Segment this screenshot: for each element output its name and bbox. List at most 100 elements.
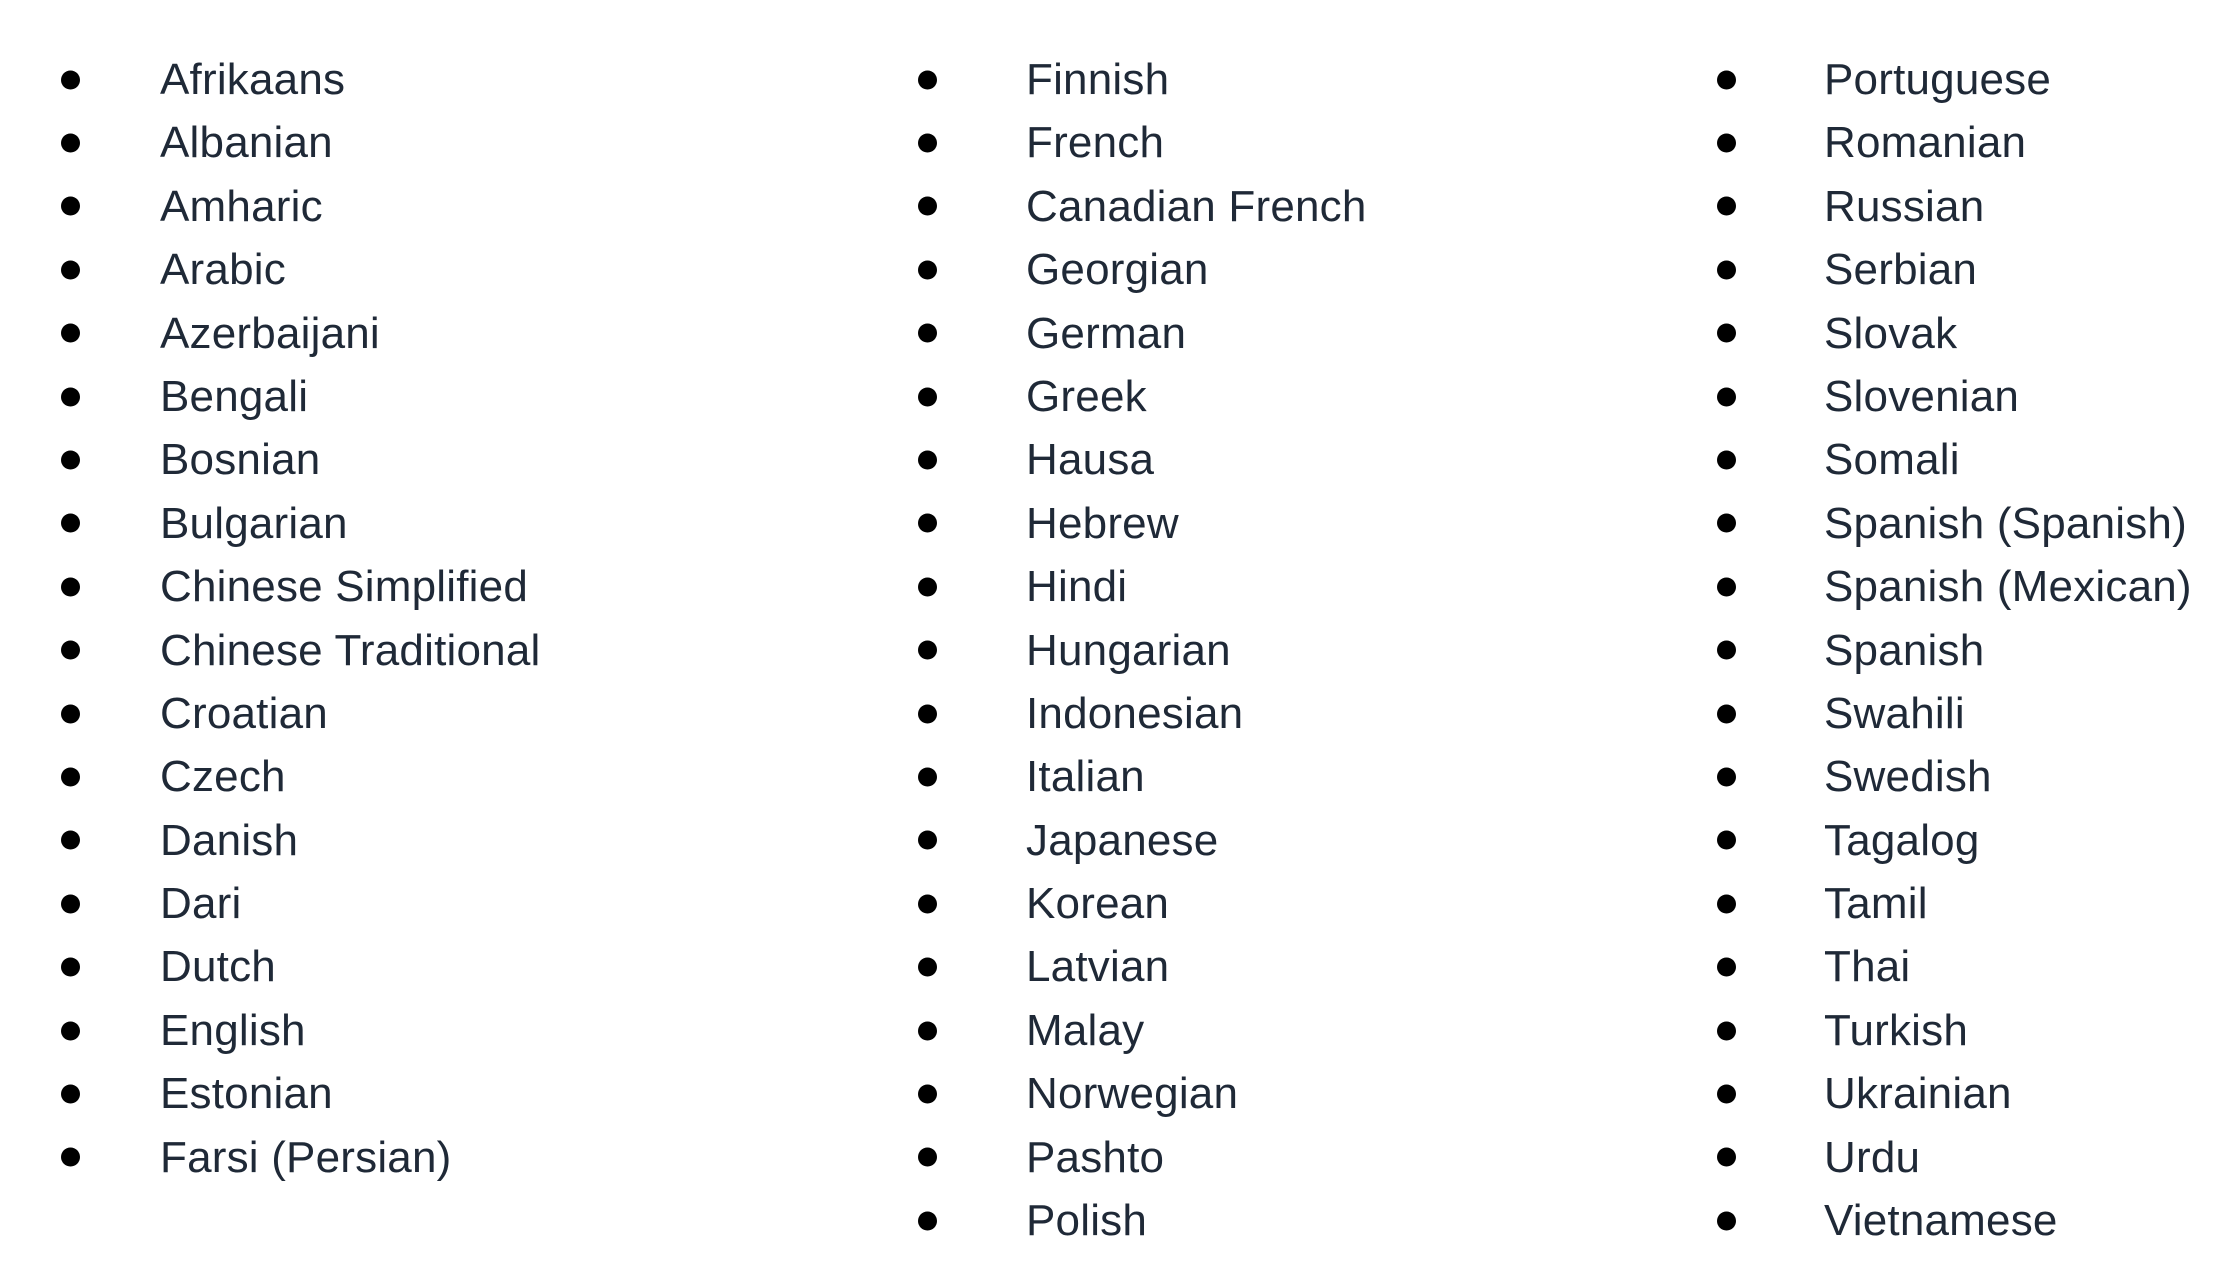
language-label: German (1026, 308, 1187, 358)
language-label: Estonian (160, 1069, 333, 1119)
bullet-icon (61, 957, 80, 977)
bullet-icon (61, 260, 80, 280)
bullet-icon (918, 70, 937, 90)
bullet-icon (61, 704, 80, 724)
bullet-icon (1717, 1211, 1736, 1231)
language-label: Vietnamese (1824, 1196, 2058, 1246)
bullet-icon (61, 196, 80, 216)
language-label: Thai (1824, 942, 1911, 992)
language-label: Spanish (Mexican) (1824, 562, 2192, 612)
bullet-icon (918, 323, 937, 343)
language-label: Japanese (1026, 815, 1219, 865)
bullet-icon (918, 513, 937, 533)
language-label: Portuguese (1824, 54, 2052, 104)
bullet-icon (1717, 577, 1736, 597)
bullet-icon (1717, 260, 1736, 280)
language-label: Hindi (1026, 562, 1128, 612)
bullet-icon (1717, 70, 1736, 90)
language-label: Swedish (1824, 752, 1992, 802)
language-label: Norwegian (1026, 1069, 1239, 1119)
bullet-icon (1717, 323, 1736, 343)
language-label: Canadian French (1026, 181, 1367, 231)
bullet-icon (918, 704, 937, 724)
bullet-icon (61, 894, 80, 914)
language-label: Dutch (160, 942, 276, 992)
bullet-icon (1717, 704, 1736, 724)
language-label: Farsi (Persian) (160, 1132, 452, 1182)
language-label: Afrikaans (160, 54, 346, 104)
language-label: Georgian (1026, 245, 1209, 295)
language-label: Serbian (1824, 245, 1978, 295)
language-label: Albanian (160, 118, 333, 168)
bullet-icon (918, 1211, 937, 1231)
bullet-icon (918, 450, 937, 470)
language-label: Hausa (1026, 435, 1155, 485)
bullet-icon (1717, 133, 1736, 153)
language-label: Bosnian (160, 435, 321, 485)
language-label: Russian (1824, 181, 1985, 231)
language-label: French (1026, 118, 1165, 168)
language-label: Danish (160, 815, 299, 865)
language-label: Bulgarian (160, 498, 348, 548)
language-label: Dari (160, 879, 242, 929)
bullet-icon (918, 1084, 937, 1104)
language-label: Spanish (Spanish) (1824, 498, 2187, 548)
bullet-icon (918, 767, 937, 787)
language-label: Hungarian (1026, 625, 1231, 675)
bullet-icon (61, 323, 80, 343)
language-label: Italian (1026, 752, 1145, 802)
language-label: Indonesian (1026, 688, 1244, 738)
language-label: Amharic (160, 181, 323, 231)
bullet-icon (1717, 894, 1736, 914)
language-label: Tagalog (1824, 815, 1980, 865)
bullet-icon (61, 830, 80, 850)
bullet-icon (61, 1021, 80, 1041)
bullet-icon (918, 1147, 937, 1167)
bullet-icon (918, 894, 937, 914)
bullet-icon (61, 1084, 80, 1104)
bullet-icon (918, 196, 937, 216)
bullet-icon (1717, 1147, 1736, 1167)
language-label: Turkish (1824, 1005, 1969, 1055)
bullet-icon (918, 387, 937, 407)
language-label: Chinese Simplified (160, 562, 528, 612)
bullet-icon (1717, 767, 1736, 787)
bullet-icon (918, 260, 937, 280)
language-label: Swahili (1824, 688, 1965, 738)
bullet-icon (1717, 957, 1736, 977)
language-label: English (160, 1005, 306, 1055)
bullet-icon (61, 70, 80, 90)
language-label: Somali (1824, 435, 1960, 485)
bullet-icon (1717, 196, 1736, 216)
language-label: Azerbaijani (160, 308, 380, 358)
bullet-icon (61, 767, 80, 787)
language-label: Greek (1026, 371, 1147, 421)
bullet-icon (1717, 1021, 1736, 1041)
bullet-icon (1717, 513, 1736, 533)
bullet-icon (61, 450, 80, 470)
bullet-icon (1717, 1084, 1736, 1104)
language-label: Romanian (1824, 118, 2027, 168)
bullet-icon (918, 577, 937, 597)
bullet-icon (1717, 450, 1736, 470)
bullet-icon (1717, 640, 1736, 660)
language-label: Pashto (1026, 1132, 1165, 1182)
language-label: Polish (1026, 1196, 1148, 1246)
bullet-icon (61, 640, 80, 660)
bullet-icon (61, 513, 80, 533)
language-label: Croatian (160, 688, 328, 738)
language-label: Urdu (1824, 1132, 1921, 1182)
bullet-icon (61, 133, 80, 153)
language-label: Finnish (1026, 54, 1170, 104)
language-label: Malay (1026, 1005, 1145, 1055)
language-label: Korean (1026, 879, 1170, 929)
language-label: Slovak (1824, 308, 1958, 358)
language-label: Chinese Traditional (160, 625, 541, 675)
bullet-icon (61, 387, 80, 407)
language-label: Latvian (1026, 942, 1170, 992)
bullet-icon (1717, 387, 1736, 407)
bullet-icon (918, 133, 937, 153)
bullet-icon (61, 577, 80, 597)
language-label: Czech (160, 752, 286, 802)
bullet-icon (918, 957, 937, 977)
